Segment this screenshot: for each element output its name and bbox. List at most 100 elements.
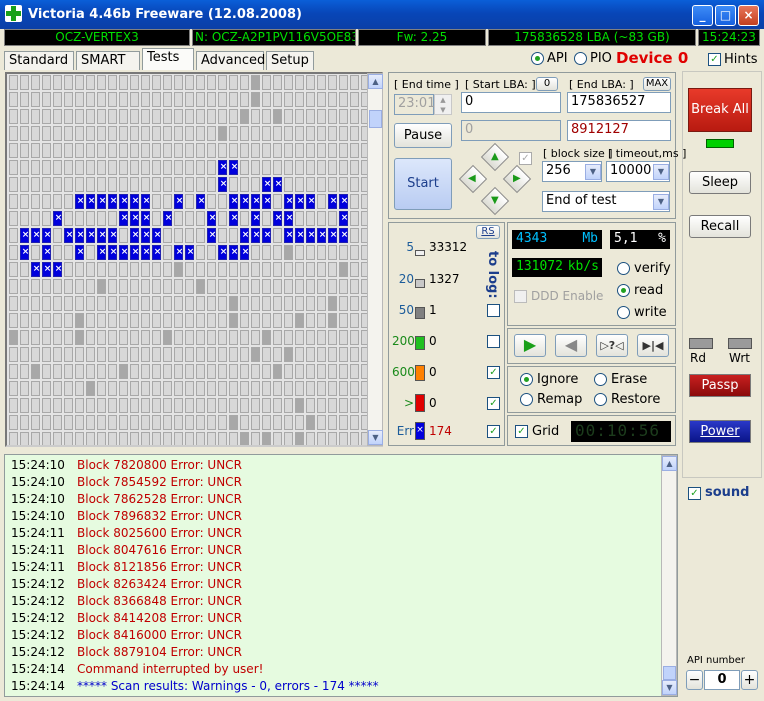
end-time-field[interactable]: 23:01 bbox=[394, 94, 435, 115]
tab-tests[interactable]: Tests bbox=[142, 48, 194, 70]
block-cell bbox=[317, 194, 326, 209]
log-row: 15:24:12 Block 8879104 Error: UNCR bbox=[11, 644, 242, 661]
block-cell bbox=[328, 432, 337, 445]
block-cell bbox=[31, 194, 40, 209]
timeout-dropdown-icon[interactable]: ▼ bbox=[653, 164, 669, 180]
api-number-field[interactable]: 0 bbox=[704, 670, 740, 690]
block-cell bbox=[273, 262, 282, 277]
ddd-enable-checkbox[interactable] bbox=[514, 290, 527, 303]
block-cell bbox=[42, 398, 51, 413]
error-block bbox=[75, 194, 85, 209]
tab-setup[interactable]: Setup bbox=[266, 51, 314, 70]
pause-button[interactable]: Pause bbox=[394, 123, 452, 148]
error-block bbox=[284, 194, 294, 209]
block-cell bbox=[317, 296, 326, 311]
block-cell bbox=[328, 92, 337, 107]
log-scroll-down-arrow[interactable]: ▼ bbox=[662, 680, 677, 695]
block-cell bbox=[328, 160, 337, 175]
log-scrollbar[interactable]: ▲ ▼ bbox=[661, 455, 677, 696]
tab-standard[interactable]: Standard bbox=[4, 51, 74, 70]
end-action-dropdown-icon[interactable]: ▼ bbox=[653, 194, 669, 210]
skip-button[interactable]: ▷?◁ bbox=[596, 334, 628, 357]
block-cell bbox=[339, 381, 348, 396]
tab-smart[interactable]: SMART bbox=[76, 51, 140, 70]
to-log-checkbox[interactable]: ✓ bbox=[487, 425, 500, 438]
stat-count: 174 bbox=[429, 424, 452, 438]
recall-button[interactable]: Recall bbox=[689, 215, 751, 238]
block-cell bbox=[196, 245, 205, 260]
maximize-button[interactable]: □ bbox=[715, 5, 736, 26]
block-cell bbox=[350, 245, 359, 260]
block-cell bbox=[339, 160, 348, 175]
block-cell bbox=[20, 160, 29, 175]
log-scroll-up-arrow[interactable]: ▲ bbox=[662, 456, 677, 471]
close-button[interactable]: × bbox=[738, 5, 759, 26]
block-cell bbox=[240, 211, 249, 226]
block-cell bbox=[119, 160, 128, 175]
start-lba-zero-button[interactable]: 0 bbox=[536, 77, 558, 91]
grid-checkbox[interactable]: ✓ bbox=[515, 425, 528, 438]
end-action-select[interactable]: End of test bbox=[542, 191, 670, 212]
api-radio[interactable] bbox=[531, 52, 544, 65]
erase-radio[interactable] bbox=[594, 373, 607, 386]
block-cell bbox=[9, 364, 18, 379]
sleep-button[interactable]: Sleep bbox=[689, 171, 751, 194]
block-cell bbox=[163, 330, 172, 345]
ignore-radio[interactable] bbox=[520, 373, 533, 386]
stat-count: 0 bbox=[429, 365, 437, 379]
start-lba-field[interactable]: 0 bbox=[461, 92, 561, 113]
speed-value: 131072 bbox=[516, 259, 563, 274]
write-radio[interactable] bbox=[617, 306, 630, 319]
block-cell bbox=[163, 313, 172, 328]
block-cell bbox=[152, 347, 161, 362]
block-cell bbox=[20, 296, 29, 311]
rewind-button[interactable]: ◀ bbox=[555, 334, 587, 357]
end-lba-field[interactable]: 175836527 bbox=[567, 92, 671, 113]
restore-radio[interactable] bbox=[594, 393, 607, 406]
error-block bbox=[251, 228, 261, 243]
start-button[interactable]: Start bbox=[394, 158, 452, 210]
scroll-thumb[interactable] bbox=[369, 110, 382, 128]
scroll-down-arrow[interactable]: ▼ bbox=[368, 430, 383, 445]
block-cell bbox=[317, 160, 326, 175]
error-block bbox=[86, 228, 96, 243]
api-number-decrement[interactable]: − bbox=[686, 670, 703, 690]
reset-stats-button[interactable]: RS bbox=[476, 225, 500, 239]
power-button[interactable]: Power bbox=[689, 420, 751, 443]
pio-radio[interactable] bbox=[574, 52, 587, 65]
api-number-increment[interactable]: + bbox=[741, 670, 758, 690]
verify-radio[interactable] bbox=[617, 262, 630, 275]
block-cell bbox=[174, 262, 183, 277]
minimize-button[interactable]: _ bbox=[692, 5, 713, 26]
block-cell bbox=[273, 75, 282, 90]
play-button[interactable]: ▶ bbox=[514, 334, 546, 357]
to-end-button[interactable]: ▶|◀ bbox=[637, 334, 669, 357]
to-log-checkbox[interactable]: ✓ bbox=[487, 397, 500, 410]
end-lba-max-button[interactable]: MAX bbox=[643, 77, 671, 91]
block-size-dropdown-icon[interactable]: ▼ bbox=[585, 164, 601, 180]
block-cell bbox=[350, 126, 359, 141]
block-cell bbox=[284, 415, 293, 430]
block-map-scrollbar[interactable]: ▲ ▼ bbox=[367, 73, 383, 446]
scroll-up-arrow[interactable]: ▲ bbox=[368, 74, 383, 89]
passp-button[interactable]: Passp bbox=[689, 374, 751, 397]
log-scroll-thumb[interactable] bbox=[663, 666, 676, 680]
end-time-spinner[interactable]: ▲ ▼ bbox=[434, 94, 452, 115]
to-log-checkbox[interactable] bbox=[487, 304, 500, 317]
to-log-checkbox[interactable]: ✓ bbox=[487, 366, 500, 379]
block-cell bbox=[20, 75, 29, 90]
read-radio[interactable] bbox=[617, 284, 630, 297]
block-cell bbox=[130, 279, 139, 294]
break-all-button[interactable]: Break All bbox=[688, 88, 752, 132]
pad-checkbox[interactable]: ✓ bbox=[519, 152, 532, 165]
block-cell bbox=[284, 262, 293, 277]
to-log-checkbox[interactable] bbox=[487, 335, 500, 348]
remap-radio[interactable] bbox=[520, 393, 533, 406]
block-cell bbox=[284, 143, 293, 158]
block-cell bbox=[251, 313, 260, 328]
sound-checkbox[interactable]: ✓ bbox=[688, 487, 701, 500]
block-cell bbox=[174, 177, 183, 192]
hints-checkbox[interactable]: ✓ bbox=[708, 53, 721, 66]
block-cell bbox=[218, 364, 227, 379]
tab-advanced[interactable]: Advanced bbox=[196, 51, 265, 70]
